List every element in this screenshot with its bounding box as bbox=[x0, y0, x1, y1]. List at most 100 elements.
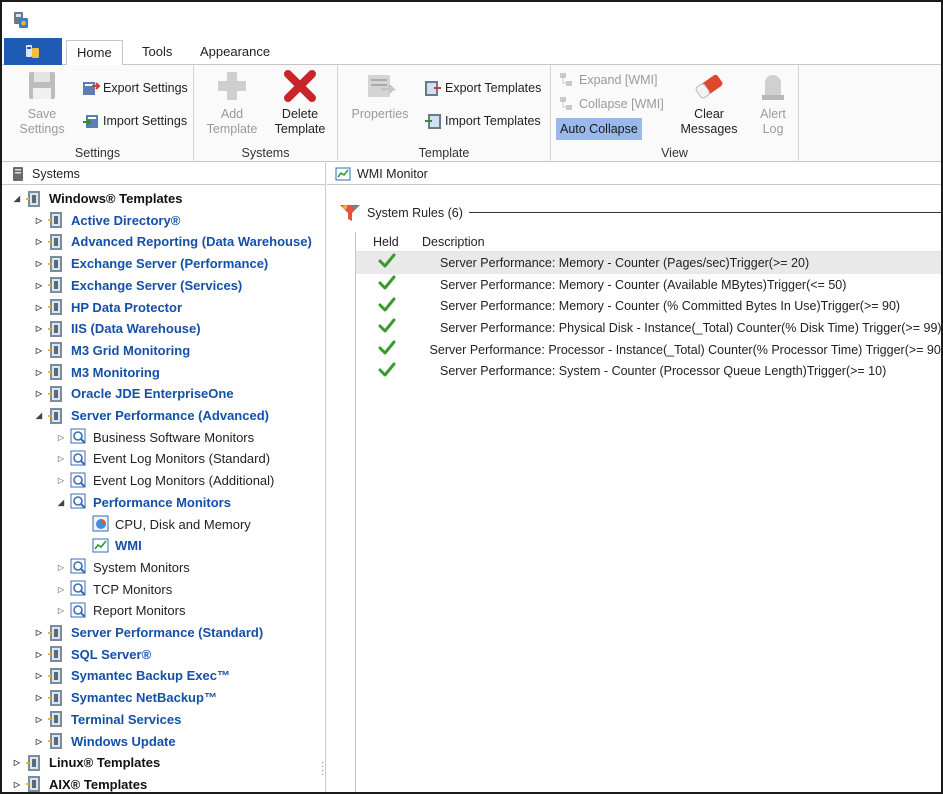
tree-node[interactable]: ▷ Symantec NetBackup™ bbox=[34, 687, 217, 708]
collapsed-arrow-icon[interactable]: ▷ bbox=[34, 302, 44, 312]
export-templates-button[interactable]: Export Templates bbox=[424, 77, 541, 99]
auto-collapse-toggle[interactable]: Auto Collapse bbox=[556, 118, 642, 140]
green-check-icon bbox=[378, 340, 396, 355]
tab-appearance[interactable]: Appearance bbox=[190, 40, 280, 66]
tree-node[interactable]: ▷ Active Directory® bbox=[34, 210, 180, 231]
chart-window-icon bbox=[335, 167, 351, 180]
collapsed-arrow-icon[interactable]: ▷ bbox=[34, 693, 44, 703]
rule-row[interactable]: Server Performance: System - Counter (Pr… bbox=[356, 360, 941, 382]
tree-node[interactable]: ▷ M3 Monitoring bbox=[34, 362, 160, 383]
properties-button[interactable]: Properties bbox=[348, 69, 412, 122]
collapsed-arrow-icon[interactable]: ▷ bbox=[34, 280, 44, 290]
tree-node[interactable]: ▷ IIS (Data Warehouse) bbox=[34, 318, 201, 339]
tree-node[interactable]: ▷ Oracle JDE EnterpriseOne bbox=[34, 383, 234, 404]
template-group: Properties Export Templates Import Templ… bbox=[338, 65, 551, 162]
expanded-arrow-icon[interactable]: ◢ bbox=[12, 194, 22, 204]
tree-node[interactable]: ▷ Server Performance (Standard) bbox=[34, 622, 263, 643]
tree-node-label: Exchange Server (Services) bbox=[71, 277, 243, 293]
tree-node[interactable]: ▷ System Monitors bbox=[56, 557, 190, 578]
delete-template-button[interactable]: Delete Template bbox=[269, 69, 331, 137]
grid-header-row: Held Description bbox=[356, 232, 941, 252]
collapsed-arrow-icon[interactable]: ▷ bbox=[12, 779, 22, 789]
collapsed-arrow-icon[interactable]: ▷ bbox=[34, 345, 44, 355]
section-divider bbox=[469, 212, 941, 213]
collapsed-arrow-icon[interactable]: ▷ bbox=[34, 736, 44, 746]
collapsed-arrow-icon[interactable]: ▷ bbox=[34, 367, 44, 377]
save-settings-button[interactable]: Save Settings bbox=[14, 69, 70, 137]
description-cell: Server Performance: Physical Disk - Inst… bbox=[440, 320, 942, 335]
collapse-button[interactable]: Collapse [WMI] bbox=[558, 93, 664, 115]
held-cell bbox=[356, 297, 440, 316]
expanded-arrow-icon[interactable]: ◢ bbox=[34, 411, 44, 421]
tree-node[interactable]: ▷ Exchange Server (Services) bbox=[34, 275, 242, 296]
import-templates-button[interactable]: Import Templates bbox=[424, 110, 541, 132]
collapsed-arrow-icon[interactable]: ▷ bbox=[12, 758, 22, 768]
tree-node[interactable]: ◢ Windows® Templates bbox=[12, 188, 182, 209]
column-header-description[interactable]: Description bbox=[420, 235, 485, 249]
collapsed-arrow-icon[interactable]: ▷ bbox=[34, 649, 44, 659]
collapsed-arrow-icon[interactable]: ▷ bbox=[56, 584, 66, 594]
app-menu-icon bbox=[26, 44, 39, 58]
tree-node[interactable]: ▷ Terminal Services bbox=[34, 709, 181, 730]
clear-messages-button[interactable]: Clear Messages bbox=[673, 69, 745, 137]
collapsed-arrow-icon[interactable]: ▷ bbox=[56, 476, 66, 486]
column-header-held[interactable]: Held bbox=[356, 235, 420, 249]
tree-node[interactable]: ▷ Report Monitors bbox=[56, 600, 185, 621]
expand-label: Expand [WMI] bbox=[579, 73, 658, 87]
monitor-search-icon bbox=[70, 472, 86, 488]
tree-node[interactable]: ▷ Business Software Monitors bbox=[56, 427, 254, 448]
tab-tools[interactable]: Tools bbox=[132, 40, 182, 66]
collapsed-arrow-icon[interactable]: ▷ bbox=[34, 324, 44, 334]
collapsed-arrow-icon[interactable]: ▷ bbox=[34, 237, 44, 247]
tree-node[interactable]: ▷ Linux® Templates bbox=[12, 752, 160, 773]
tree-node[interactable]: ▷ Advanced Reporting (Data Warehouse) bbox=[34, 231, 312, 252]
tree-node[interactable]: WMI bbox=[78, 535, 142, 556]
collapsed-arrow-icon[interactable]: ▷ bbox=[56, 454, 66, 464]
tree-node[interactable]: ◢ Server Performance (Advanced) bbox=[34, 405, 269, 426]
template-folder-icon bbox=[48, 711, 62, 728]
collapsed-arrow-icon[interactable]: ▷ bbox=[34, 259, 44, 269]
rule-row[interactable]: Server Performance: Physical Disk - Inst… bbox=[356, 317, 942, 339]
tree-node[interactable]: ◢ Performance Monitors bbox=[56, 492, 231, 513]
collapsed-arrow-icon[interactable]: ▷ bbox=[34, 215, 44, 225]
held-cell bbox=[356, 318, 440, 337]
collapsed-arrow-icon[interactable]: ▷ bbox=[34, 671, 44, 681]
tree-node[interactable]: ▷ Symantec Backup Exec™ bbox=[34, 665, 230, 686]
expanded-arrow-icon[interactable]: ◢ bbox=[56, 497, 66, 507]
export-settings-button[interactable]: Export Settings bbox=[82, 77, 188, 99]
app-icon[interactable] bbox=[11, 10, 31, 30]
tree-node[interactable]: ▷ Event Log Monitors (Additional) bbox=[56, 470, 274, 491]
collapsed-arrow-icon[interactable]: ▷ bbox=[56, 562, 66, 572]
add-template-label: Add Template bbox=[206, 107, 258, 136]
import-settings-button[interactable]: Import Settings bbox=[82, 110, 187, 132]
add-template-button[interactable]: Add Template bbox=[202, 69, 262, 137]
rule-row[interactable]: Server Performance: Memory - Counter (% … bbox=[356, 295, 941, 317]
collapsed-arrow-icon[interactable]: ▷ bbox=[56, 606, 66, 616]
tree-node[interactable]: ▷ Exchange Server (Performance) bbox=[34, 253, 268, 274]
rule-row[interactable]: Server Performance: Memory - Counter (Pa… bbox=[356, 252, 941, 274]
file-menu-button[interactable] bbox=[4, 38, 62, 65]
tree-node[interactable]: ▷ SQL Server® bbox=[34, 644, 151, 665]
collapsed-arrow-icon[interactable]: ▷ bbox=[56, 432, 66, 442]
system-rules-header[interactable]: System Rules (6) bbox=[339, 203, 463, 223]
tree-node-label: Advanced Reporting (Data Warehouse) bbox=[71, 234, 312, 250]
tree-node[interactable]: ▷ AIX® Templates bbox=[12, 774, 147, 792]
rules-grid: Held Description Server Performance: Mem… bbox=[355, 232, 942, 792]
tree-node[interactable]: ▷ Event Log Monitors (Standard) bbox=[56, 448, 270, 469]
tree-node[interactable]: ▷ HP Data Protector bbox=[34, 297, 182, 318]
splitter-grip[interactable]: · · · · bbox=[321, 758, 324, 781]
tab-home[interactable]: Home bbox=[66, 40, 123, 66]
expand-button[interactable]: Expand [WMI] bbox=[558, 69, 658, 91]
collapsed-arrow-icon[interactable]: ▷ bbox=[34, 714, 44, 724]
template-folder-icon bbox=[48, 212, 62, 229]
tree-node[interactable]: CPU, Disk and Memory bbox=[78, 514, 251, 535]
tree-node[interactable]: ▷ TCP Monitors bbox=[56, 579, 172, 600]
tree-node[interactable]: ▷ M3 Grid Monitoring bbox=[34, 340, 190, 361]
collapsed-arrow-icon[interactable]: ▷ bbox=[34, 628, 44, 638]
alert-log-button[interactable]: Alert Log bbox=[751, 69, 795, 137]
rule-row[interactable]: Server Performance: Memory - Counter (Av… bbox=[356, 274, 941, 296]
rule-row[interactable]: Server Performance: Processor - Instance… bbox=[356, 339, 941, 361]
delete-x-icon bbox=[284, 70, 316, 102]
collapsed-arrow-icon[interactable]: ▷ bbox=[34, 389, 44, 399]
tree-node[interactable]: ▷ Windows Update bbox=[34, 731, 176, 752]
